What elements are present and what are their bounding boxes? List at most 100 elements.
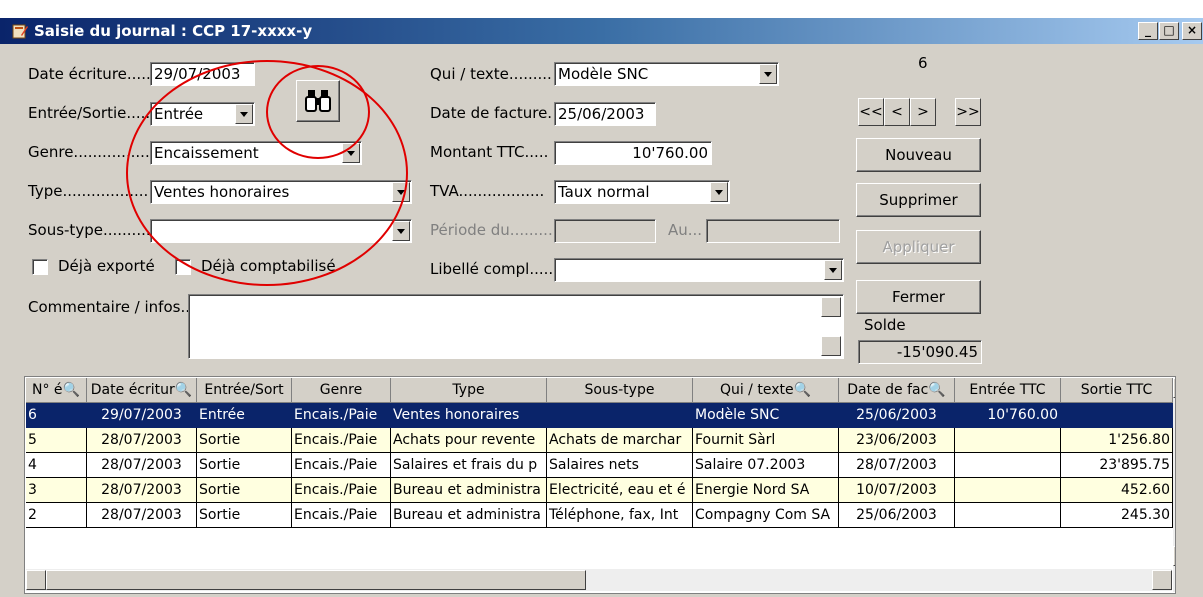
scroll-up-arrow-icon[interactable] (821, 297, 841, 317)
app-icon (12, 24, 28, 39)
chevron-down-icon[interactable] (392, 182, 410, 202)
column-header[interactable]: Sortie TTC (1061, 378, 1173, 403)
cell-num: 2 (26, 503, 87, 528)
cell-date: 29/07/2003 (87, 403, 197, 428)
type-select[interactable]: Ventes honoraires (150, 180, 412, 204)
scroll-down-arrow-icon[interactable] (821, 336, 841, 356)
cell-entree-ttc (955, 453, 1061, 478)
chevron-down-icon[interactable] (759, 64, 777, 84)
vertical-scrollbar[interactable] (1173, 378, 1175, 592)
cell-date: 28/07/2003 (87, 478, 197, 503)
last-record-button[interactable]: >> (955, 98, 981, 126)
cell-type: Bureau et administra (391, 503, 547, 528)
cell-sous-type: Achats de marchar (547, 428, 693, 453)
column-header[interactable]: Entrée/Sort (197, 378, 292, 403)
cell-sous-type (547, 403, 693, 428)
commentaire-textarea[interactable] (188, 294, 844, 359)
genre-select[interactable]: Encaissement (150, 141, 362, 165)
cell-date: 28/07/2003 (87, 428, 197, 453)
genre-value: Encaissement (154, 144, 259, 162)
cell-sortie-ttc: 23'895.75 (1061, 453, 1173, 478)
cell-num: 6 (26, 403, 87, 428)
supprimer-button[interactable]: Supprimer (856, 183, 981, 217)
cell-entree-sortie: Sortie (197, 478, 292, 503)
sous-type-label: Sous-type.......... (28, 221, 151, 239)
scroll-right-arrow-icon[interactable] (1152, 570, 1172, 590)
table-row[interactable]: 2 28/07/2003 Sortie Encais./Paie Bureau … (26, 503, 1173, 528)
qui-texte-select[interactable]: Modèle SNC (554, 62, 779, 86)
journal-table: N° é🔍 Date écritur🔍 Entrée/Sort Genre Ty… (24, 376, 1176, 594)
scroll-down-arrow-icon[interactable] (1173, 546, 1175, 566)
cell-date-facture: 23/06/2003 (839, 428, 955, 453)
horizontal-scrollbar[interactable] (26, 569, 1172, 591)
cell-genre: Encais./Paie (292, 428, 391, 453)
cell-date: 28/07/2003 (87, 453, 197, 478)
date-facture-field[interactable]: 25/06/2003 (554, 102, 656, 126)
column-header[interactable]: N° é🔍 (26, 378, 87, 403)
column-header[interactable]: Qui / texte🔍 (693, 378, 839, 403)
column-header[interactable]: Type (391, 378, 547, 403)
chevron-down-icon[interactable] (392, 221, 410, 241)
search-icon: 🔍 (62, 382, 80, 398)
solde-value: -15'090.45 (858, 340, 982, 364)
deja-comptabilise-label: Déjà comptabilisé (201, 257, 336, 275)
commentaire-label: Commentaire / infos.. (28, 298, 190, 316)
next-record-button[interactable]: > (910, 98, 936, 126)
maximize-button[interactable]: □ (1159, 22, 1179, 40)
chevron-down-icon[interactable] (824, 260, 842, 280)
cell-sous-type: Electricité, eau et é (547, 478, 693, 503)
chevron-down-icon[interactable] (235, 104, 253, 124)
table-row[interactable]: 3 28/07/2003 Sortie Encais./Paie Bureau … (26, 478, 1173, 503)
first-record-button[interactable]: << (858, 98, 884, 126)
deja-comptabilise-checkbox[interactable] (175, 259, 191, 275)
cell-entree-sortie: Sortie (197, 453, 292, 478)
binoculars-icon (305, 90, 331, 112)
minimize-button[interactable]: _ (1138, 22, 1158, 40)
montant-ttc-field[interactable]: 10'760.00 (554, 141, 712, 165)
previous-record-button[interactable]: < (884, 98, 910, 126)
cell-sous-type: Téléphone, fax, Int (547, 503, 693, 528)
table-row[interactable]: 6 29/07/2003 Entrée Encais./Paie Ventes … (26, 403, 1173, 428)
chevron-down-icon[interactable] (342, 143, 360, 163)
cell-entree-sortie: Sortie (197, 503, 292, 528)
column-header[interactable]: Date écritur🔍 (87, 378, 197, 403)
cell-entree-ttc (955, 428, 1061, 453)
cell-entree-sortie: Sortie (197, 428, 292, 453)
cell-qui-texte: Fournit Sàrl (693, 428, 839, 453)
date-ecriture-field[interactable]: 29/07/2003 (150, 62, 255, 86)
tva-select[interactable]: Taux normal (554, 180, 730, 204)
cell-num: 3 (26, 478, 87, 503)
date-facture-label: Date de facture. (430, 104, 553, 122)
fermer-button[interactable]: Fermer (856, 280, 981, 314)
table-row[interactable]: 4 28/07/2003 Sortie Encais./Paie Salaire… (26, 453, 1173, 478)
libelle-select[interactable] (554, 258, 844, 282)
cell-qui-texte: Salaire 07.2003 (693, 453, 839, 478)
nouveau-button[interactable]: Nouveau (856, 138, 981, 172)
chevron-down-icon[interactable] (710, 182, 728, 202)
cell-entree-sortie: Entrée (197, 403, 292, 428)
search-binoculars-button[interactable] (296, 80, 340, 122)
type-label: Type.................. (28, 182, 149, 200)
cell-sortie-ttc (1061, 403, 1173, 428)
deja-exporte-checkbox[interactable] (32, 259, 48, 275)
cell-genre: Encais./Paie (292, 503, 391, 528)
cell-type: Achats pour revente (391, 428, 547, 453)
scroll-thumb[interactable] (46, 570, 586, 590)
table-row[interactable]: 5 28/07/2003 Sortie Encais./Paie Achats … (26, 428, 1173, 453)
close-button[interactable]: × (1182, 22, 1202, 40)
column-header[interactable]: Date de fac🔍 (839, 378, 955, 403)
cell-genre: Encais./Paie (292, 403, 391, 428)
qui-texte-label: Qui / texte......... (430, 65, 552, 83)
scroll-up-arrow-icon[interactable] (1173, 378, 1175, 398)
cell-sortie-ttc: 245.30 (1061, 503, 1173, 528)
column-header[interactable]: Sous-type (547, 378, 693, 403)
sous-type-select[interactable] (150, 219, 412, 243)
annotation-circle-large (126, 60, 408, 286)
title-bar[interactable]: Saisie du journal : CCP 17-xxxx-y _ □ × (0, 18, 1203, 44)
column-header[interactable]: Entrée TTC (955, 378, 1061, 403)
solde-label: Solde (864, 316, 906, 334)
scroll-left-arrow-icon[interactable] (26, 570, 46, 590)
entree-sortie-select[interactable]: Entrée (150, 102, 255, 126)
cell-sortie-ttc: 452.60 (1061, 478, 1173, 503)
column-header[interactable]: Genre (292, 378, 391, 403)
